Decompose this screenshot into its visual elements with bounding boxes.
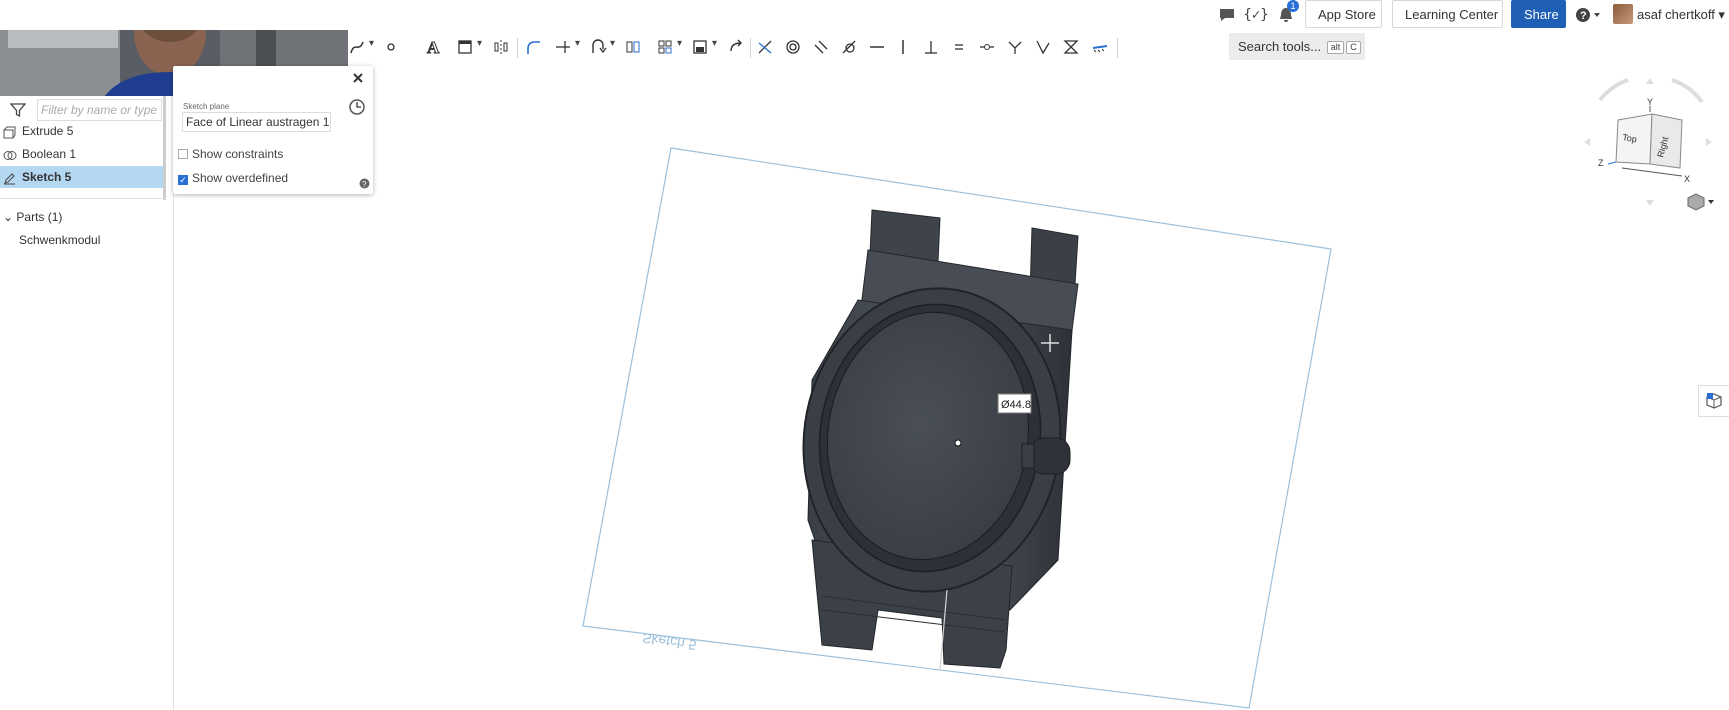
parts-section-header[interactable]: ⌄ Parts (1): [3, 210, 62, 224]
vertical-icon[interactable]: [895, 36, 911, 58]
sketch-plane-name: Sketch 5: [641, 630, 697, 653]
toolbar-divider: [750, 38, 751, 58]
equal-icon[interactable]: [951, 36, 967, 58]
point-icon[interactable]: [385, 36, 397, 58]
chevron-down-icon[interactable]: ▾: [575, 38, 580, 49]
coincident-icon[interactable]: [757, 36, 773, 58]
sketch-icon: [3, 170, 16, 185]
comments-icon[interactable]: [1217, 5, 1237, 25]
panel-divider: [0, 198, 166, 199]
help-icon[interactable]: ?: [359, 178, 370, 192]
chevron-down-icon[interactable]: ▾: [369, 38, 374, 49]
extrude-icon: [3, 124, 16, 139]
transform-icon[interactable]: [728, 36, 744, 58]
perpendicular-icon[interactable]: [923, 36, 939, 58]
feature-item-label: Sketch 5: [22, 170, 72, 184]
dxf-import-icon[interactable]: [692, 36, 708, 58]
show-constraints-checkbox[interactable]: Show constraints: [178, 147, 283, 161]
feature-item-boolean[interactable]: Boolean 1: [0, 143, 165, 165]
chevron-down-icon[interactable]: ▾: [677, 38, 682, 49]
user-menu[interactable]: asaf chertkoff ▾: [1637, 7, 1725, 23]
feature-item-label: Extrude 5: [22, 124, 74, 138]
feature-filter-input[interactable]: Filter by name or type: [37, 99, 162, 121]
spline-icon[interactable]: [349, 36, 365, 58]
chevron-down-icon[interactable]: ▾: [610, 38, 615, 49]
offset-icon[interactable]: [625, 36, 641, 58]
parts-header-label: Parts (1): [16, 210, 63, 224]
toolbar-divider: [517, 38, 518, 58]
text-tool-icon[interactable]: A: [425, 36, 443, 58]
cube-icon: [1706, 393, 1722, 409]
feature-item-sketch[interactable]: Sketch 5: [0, 166, 165, 188]
filter-icon[interactable]: [9, 102, 27, 121]
avatar[interactable]: [1613, 4, 1633, 24]
checkbox-icon: [178, 149, 188, 159]
toolbar-divider: [1117, 38, 1118, 58]
axis-y-label: Y: [1647, 97, 1653, 107]
pierce-icon[interactable]: [1035, 36, 1051, 58]
learning-center-button[interactable]: Learning Center: [1392, 0, 1503, 28]
history-icon[interactable]: [348, 98, 366, 119]
svg-text:?: ?: [362, 180, 367, 189]
show-constraints-label: Show constraints: [192, 147, 284, 161]
axis-x-label: X: [1684, 174, 1690, 184]
scrollbar[interactable]: [163, 96, 166, 200]
appearance-panel-tab[interactable]: [1698, 385, 1729, 417]
svg-text:?: ?: [1580, 10, 1587, 22]
fix-icon[interactable]: [1091, 36, 1109, 58]
checkbox-checked-icon: ✓: [178, 175, 188, 185]
chevron-down-icon[interactable]: ▾: [712, 38, 717, 49]
feature-item-label: Boolean 1: [22, 147, 77, 161]
tangent-icon[interactable]: [841, 36, 857, 58]
shortcut-key-c: C: [1346, 41, 1361, 55]
search-tools-input[interactable]: Search tools... alt C: [1229, 33, 1365, 60]
variables-icon[interactable]: {✓}: [1243, 5, 1268, 25]
fillet-icon[interactable]: [525, 36, 541, 58]
app-store-button[interactable]: App Store: [1305, 0, 1382, 28]
part-item[interactable]: Schwenkmodul: [19, 233, 100, 247]
concentric-icon[interactable]: [785, 36, 801, 58]
help-icon[interactable]: ?: [1574, 5, 1604, 25]
view-options-icon[interactable]: [1687, 193, 1714, 211]
axis-z-label: Z: [1598, 158, 1604, 168]
midpoint-icon[interactable]: [979, 36, 995, 58]
sketch-plane-label: Sketch plane: [183, 102, 230, 111]
show-overdefined-label: Show overdefined: [192, 171, 289, 185]
sketch-plane-field[interactable]: Face of Linear austragen 1 ×: [182, 112, 331, 132]
normal-icon[interactable]: [1007, 36, 1023, 58]
notification-badge: 1: [1287, 0, 1299, 12]
feature-list-panel: Filter by name or type Extrude 5 Boolean…: [0, 96, 174, 710]
use-icon[interactable]: [590, 36, 608, 58]
sketch-toolbar: ▾ A ▾ ▾ ▾ ▾ ▾: [345, 34, 1729, 62]
horizontal-icon[interactable]: [869, 36, 885, 58]
chevron-down-icon: ⌄: [3, 210, 14, 224]
search-tools-label: Search tools...: [1238, 39, 1322, 54]
user-name: asaf chertkoff: [1637, 7, 1715, 22]
watch-model[interactable]: [784, 209, 1080, 671]
diameter-dimension-text: Ø44.8: [1001, 399, 1031, 411]
trim-icon[interactable]: [555, 36, 571, 58]
sketch-dialog: Sketch plane Face of Linear austragen 1 …: [173, 66, 373, 194]
mirror-icon[interactable]: [493, 36, 509, 58]
svg-text:A: A: [427, 38, 440, 56]
feature-item-extrude[interactable]: Extrude 5: [0, 120, 165, 142]
chevron-down-icon[interactable]: ▾: [477, 38, 482, 49]
close-icon[interactable]: [352, 72, 364, 87]
insert-image-icon[interactable]: [457, 36, 473, 58]
show-overdefined-checkbox[interactable]: ✓ Show overdefined: [178, 171, 288, 185]
boolean-icon: [3, 147, 17, 160]
share-button[interactable]: Share: [1511, 0, 1566, 28]
shortcut-key-alt: alt: [1326, 41, 1345, 55]
view-cube[interactable]: Top Right Y X Z: [1580, 72, 1720, 212]
symmetric-icon[interactable]: [1063, 36, 1079, 58]
parallel-icon[interactable]: [813, 36, 829, 58]
pattern-icon[interactable]: [657, 36, 673, 58]
top-header: {✓} 1 App Store Learning Center Share ? …: [0, 0, 1729, 30]
sketch-plane-value: Face of Linear austragen 1: [186, 115, 330, 129]
